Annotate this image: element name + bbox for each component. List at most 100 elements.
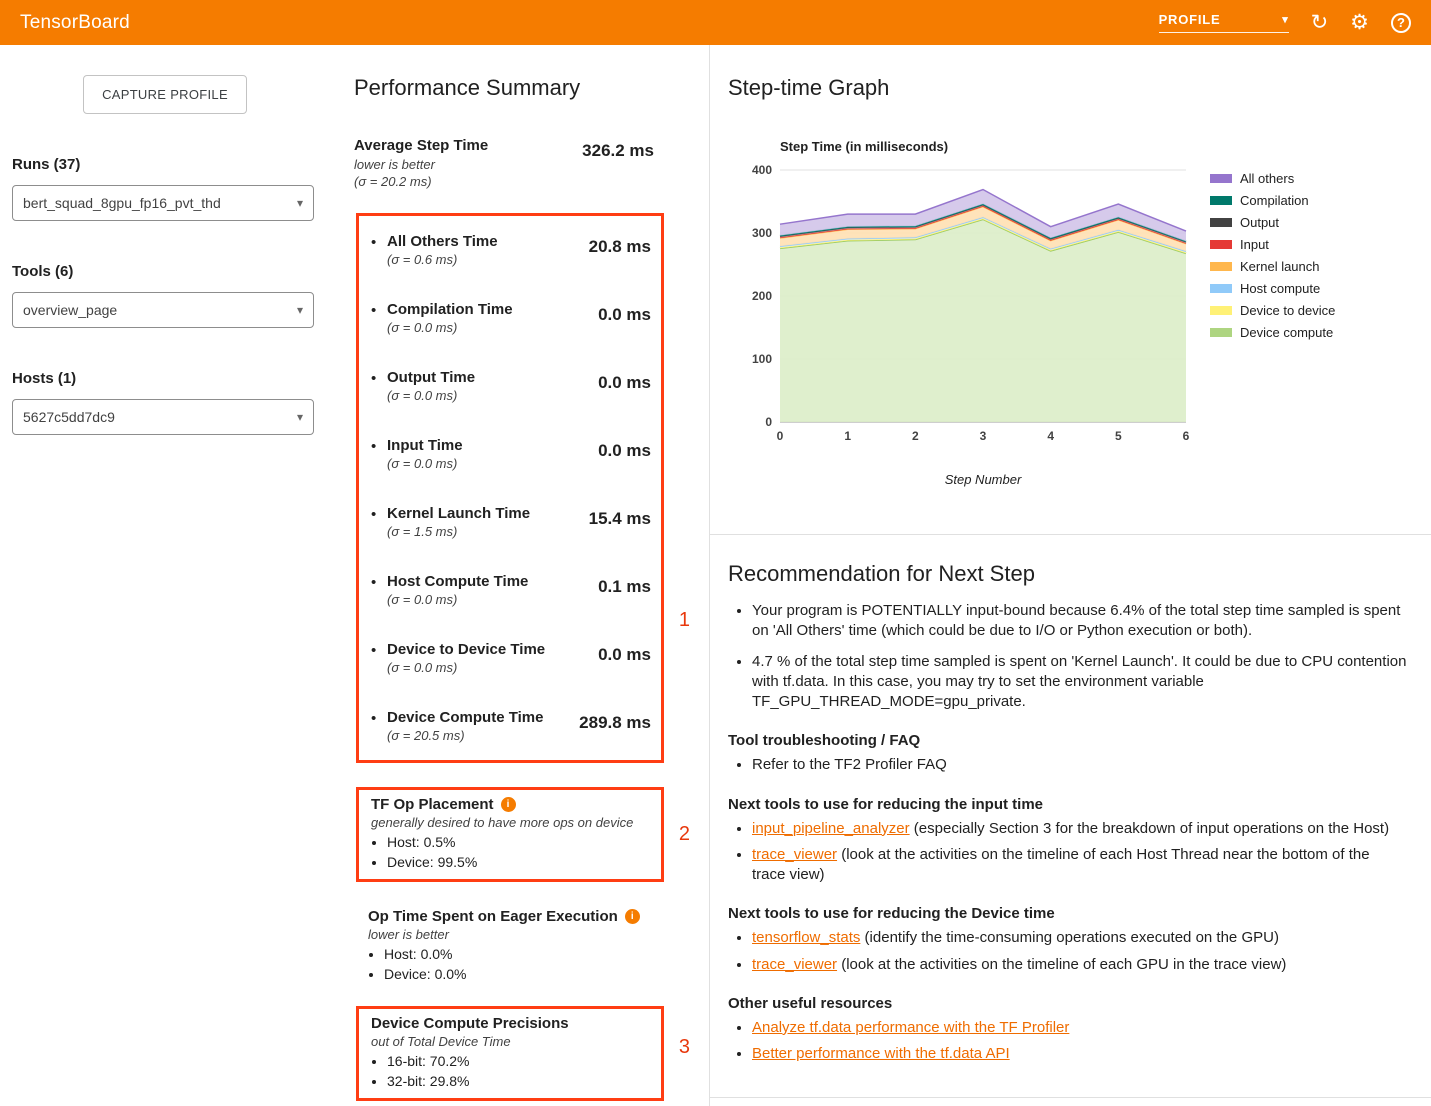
metric-sigma: (σ = 0.0 ms)	[387, 592, 528, 607]
legend-label: Device compute	[1240, 325, 1333, 340]
info-icon[interactable]: i	[625, 909, 640, 924]
metric-sigma: (σ = 0.0 ms)	[387, 320, 513, 335]
help-icon[interactable]: ?	[1391, 13, 1411, 33]
svg-text:3: 3	[980, 429, 987, 443]
tools-select-value: overview_page	[23, 302, 117, 318]
chevron-down-icon: ▾	[297, 410, 303, 424]
metric-row: • Device to Device Time (σ = 0.0 ms) 0.0…	[371, 624, 651, 692]
bullet: •	[371, 438, 387, 455]
refresh-icon[interactable]: ↻	[1311, 12, 1329, 33]
svg-text:400: 400	[752, 163, 772, 177]
tools-field: Tools (6) overview_page ▾	[12, 263, 314, 328]
bullet: •	[371, 234, 387, 251]
step-time-graph-title: Step-time Graph	[728, 75, 1431, 101]
metric-row: • Device Compute Time (σ = 20.5 ms) 289.…	[371, 692, 651, 760]
top-bar-actions: PROFILE ▾ ↻ ⚙ ?	[1159, 12, 1411, 33]
list-item: trace_viewer (look at the activities on …	[752, 955, 1407, 975]
metric-name: Compilation Time	[387, 301, 513, 318]
app-title: TensorBoard	[20, 12, 130, 34]
svg-text:1: 1	[844, 429, 851, 443]
gear-icon[interactable]: ⚙	[1350, 12, 1369, 33]
legend-item: All others	[1210, 171, 1335, 186]
metric-name: Average Step Time	[354, 137, 488, 154]
hosts-select[interactable]: 5627c5dd7dc9 ▾	[12, 399, 314, 435]
metric-name: Device to Device Time	[387, 641, 545, 658]
eager-execution-list: Host: 0.0% Device: 0.0%	[368, 946, 652, 982]
legend-label: Device to device	[1240, 303, 1335, 318]
svg-text:0: 0	[777, 429, 784, 443]
list-item: Better performance with the tf.data API	[752, 1044, 1407, 1064]
annotation-wrap-1: • All Others Time (σ = 0.6 ms) 20.8 ms •…	[356, 213, 695, 763]
hosts-select-value: 5627c5dd7dc9	[23, 409, 115, 425]
annotation-box-1: • All Others Time (σ = 0.6 ms) 20.8 ms •…	[356, 213, 664, 763]
bullet: •	[371, 370, 387, 387]
metric-row: • All Others Time (σ = 0.6 ms) 20.8 ms	[371, 216, 651, 284]
legend-label: Input	[1240, 237, 1269, 252]
metric-name: Device Compute Time	[387, 709, 543, 726]
svg-text:5: 5	[1115, 429, 1122, 443]
legend-swatch	[1210, 262, 1232, 271]
top-bar: TensorBoard PROFILE ▾ ↻ ⚙ ?	[0, 0, 1431, 45]
tfdata-performance-link[interactable]: Analyze tf.data performance with the TF …	[752, 1019, 1069, 1036]
tf-op-placement-list: Host: 0.5% Device: 99.5%	[371, 834, 649, 870]
tfdata-api-link[interactable]: Better performance with the tf.data API	[752, 1045, 1010, 1062]
legend-item: Compilation	[1210, 193, 1335, 208]
tools-select[interactable]: overview_page ▾	[12, 292, 314, 328]
runs-select[interactable]: bert_squad_8gpu_fp16_pvt_thd ▾	[12, 185, 314, 221]
recommendation-bullet: 4.7 % of the total step time sampled is …	[752, 652, 1407, 713]
bullet: •	[371, 710, 387, 727]
svg-text:200: 200	[752, 289, 772, 303]
input-tools-heading: Next tools to use for reducing the input…	[728, 796, 1407, 813]
legend-item: Device to device	[1210, 303, 1335, 318]
runs-select-value: bert_squad_8gpu_fp16_pvt_thd	[23, 195, 221, 211]
list-item-text: (look at the activities on the timeline …	[752, 846, 1370, 883]
legend-item: Kernel launch	[1210, 259, 1335, 274]
list-item: tensorflow_stats (identify the time-cons…	[752, 928, 1407, 948]
info-icon[interactable]: i	[501, 797, 516, 812]
precisions-note: out of Total Device Time	[371, 1034, 649, 1049]
device-tools-list: tensorflow_stats (identify the time-cons…	[728, 928, 1407, 975]
step-time-chart: 01002003004000123456	[736, 162, 1196, 472]
dashboard-selector[interactable]: PROFILE ▾	[1159, 12, 1289, 33]
bullet: •	[371, 302, 387, 319]
tf-op-placement-title: TF Op Placement	[371, 796, 494, 813]
list-item: Host: 0.5%	[387, 834, 649, 850]
tf-op-placement-note: generally desired to have more ops on de…	[371, 815, 649, 830]
list-item: Refer to the TF2 Profiler FAQ	[752, 755, 1407, 775]
legend-label: Kernel launch	[1240, 259, 1320, 274]
recommendation-bullets: Your program is POTENTIALLY input-bound …	[728, 601, 1407, 712]
device-tools-heading: Next tools to use for reducing the Devic…	[728, 905, 1407, 922]
metric-row: • Compilation Time (σ = 0.0 ms) 0.0 ms	[371, 284, 651, 352]
recommendation-section: Recommendation for Next Step Your progra…	[710, 535, 1431, 1098]
chart-x-axis-label: Step Number	[780, 472, 1186, 487]
trace-viewer-link[interactable]: trace_viewer	[752, 846, 837, 863]
input-pipeline-analyzer-link[interactable]: input_pipeline_analyzer	[752, 820, 910, 837]
chart-area: Step Time (in milliseconds) 010020030040…	[736, 139, 1431, 487]
metric-list: • All Others Time (σ = 0.6 ms) 20.8 ms •…	[359, 216, 661, 760]
runs-field: Runs (37) bert_squad_8gpu_fp16_pvt_thd ▾	[12, 156, 314, 221]
legend-swatch	[1210, 284, 1232, 293]
recommendation-title: Recommendation for Next Step	[728, 561, 1407, 587]
metric-name: Input Time	[387, 437, 463, 454]
list-item: 32-bit: 29.8%	[387, 1073, 649, 1089]
metric-name: Host Compute Time	[387, 573, 528, 590]
eager-execution-note: lower is better	[368, 927, 652, 942]
metric-sigma: (σ = 1.5 ms)	[387, 524, 530, 539]
list-item: input_pipeline_analyzer (especially Sect…	[752, 819, 1407, 839]
svg-text:0: 0	[765, 415, 772, 429]
legend-swatch	[1210, 328, 1232, 337]
recommendation-bullet: Your program is POTENTIALLY input-bound …	[752, 601, 1407, 642]
tensorflow-stats-link[interactable]: tensorflow_stats	[752, 929, 860, 946]
eager-execution-block: Op Time Spent on Eager Execution i lower…	[356, 908, 664, 982]
capture-profile-button[interactable]: CAPTURE PROFILE	[83, 75, 247, 114]
legend-swatch	[1210, 306, 1232, 315]
annotation-box-2: TF Op Placement i generally desired to h…	[356, 787, 664, 882]
legend-item: Output	[1210, 215, 1335, 230]
bullet: •	[371, 574, 387, 591]
list-item: 16-bit: 70.2%	[387, 1053, 649, 1069]
metric-row: • Kernel Launch Time (σ = 1.5 ms) 15.4 m…	[371, 488, 651, 556]
dashboard-selector-value: PROFILE	[1159, 12, 1221, 27]
annotation-number-3: 3	[679, 1036, 690, 1059]
trace-viewer-link[interactable]: trace_viewer	[752, 956, 837, 973]
metric-value: 0.0 ms	[598, 641, 651, 665]
